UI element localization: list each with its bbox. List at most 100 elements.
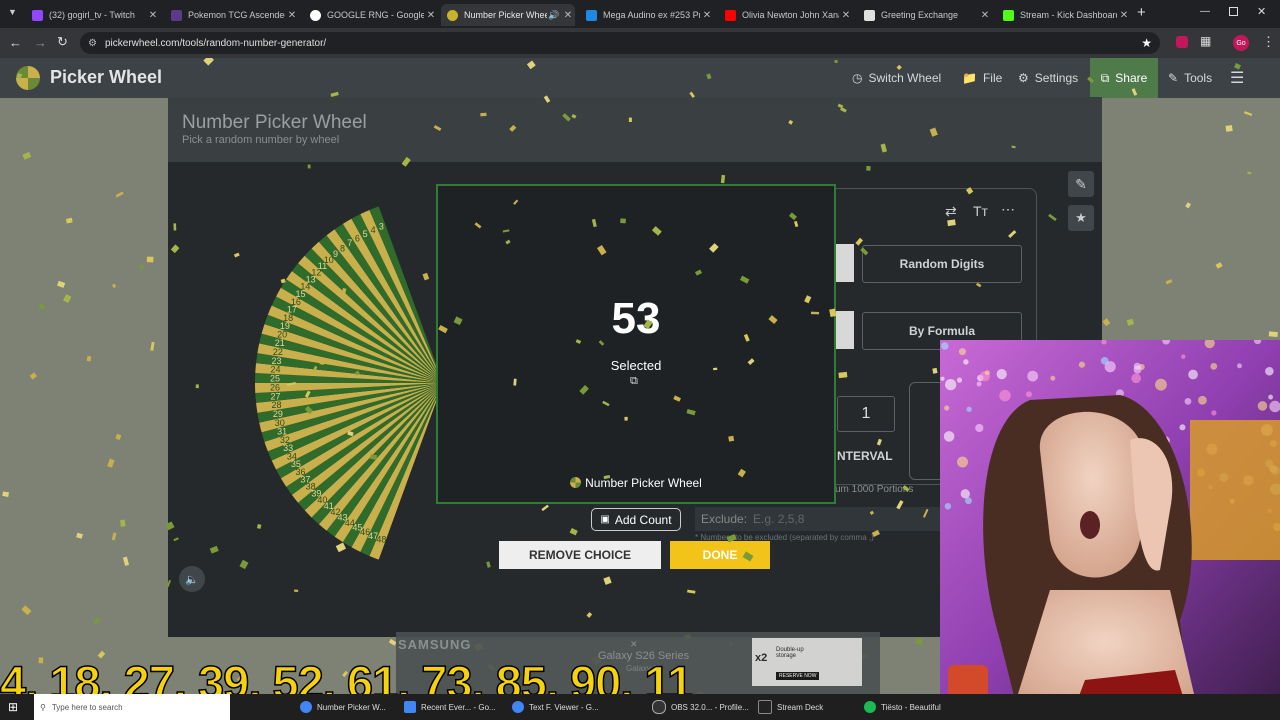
close-tab-icon[interactable]: ✕ — [285, 10, 299, 21]
bokeh-light — [945, 378, 957, 391]
speaker-icon[interactable]: 🔊 — [547, 10, 561, 21]
promo-badge: x2 — [755, 652, 768, 664]
browser-tab-bar: ▼ (32) gogirl_tv - Twitch ✕ Pokemon TCG … — [0, 0, 1280, 28]
tab-mega-audino[interactable]: Mega Audino ex #253 Pri ✕ — [580, 4, 714, 26]
close-tab-icon[interactable]: ✕ — [839, 10, 853, 21]
taskbar-item[interactable]: Tiësto - Beautiful — [864, 694, 944, 720]
taskbar-item[interactable]: Recent Ever... - Go... — [404, 694, 500, 720]
bokeh-light — [976, 381, 982, 387]
browser-menu-icon[interactable]: ⋮ — [1262, 34, 1275, 50]
taskbar-item[interactable]: Number Picker W... — [300, 694, 390, 720]
close-tab-icon[interactable]: ✕ — [700, 10, 714, 21]
confetti-piece — [569, 528, 578, 536]
confetti-piece — [239, 559, 249, 570]
confetti-piece — [643, 319, 653, 330]
tab-google[interactable]: GOOGLE RNG - Google S ✕ — [304, 4, 438, 26]
confetti-piece — [896, 64, 902, 70]
confetti-piece — [947, 219, 956, 227]
confetti-piece — [502, 229, 510, 233]
bokeh-light — [1050, 375, 1056, 381]
reload-icon[interactable]: ↻ — [57, 34, 68, 50]
taskbar-item[interactable]: OBS 32.0... - Profile... — [652, 694, 752, 720]
confetti-piece — [294, 589, 299, 592]
confetti-piece — [146, 256, 154, 263]
bokeh-light — [975, 423, 984, 433]
close-tab-icon[interactable]: ✕ — [1117, 10, 1131, 21]
tab-youtube[interactable]: Olivia Newton John Xana ✕ — [719, 4, 853, 26]
tab-greeting-exchange[interactable]: Greeting Exchange ✕ — [858, 4, 992, 26]
confetti-piece — [598, 340, 605, 346]
restore-icon[interactable] — [1229, 7, 1238, 16]
extension-icon[interactable] — [1176, 36, 1188, 48]
chrome-icon — [300, 701, 312, 713]
close-tab-icon[interactable]: ✕ — [978, 10, 992, 21]
confetti-piece — [433, 125, 442, 132]
confetti-piece — [880, 143, 887, 153]
obs-icon — [652, 700, 666, 714]
confetti-piece — [138, 264, 145, 270]
tab-list-chevron-icon[interactable]: ▼ — [8, 7, 17, 17]
close-tab-icon[interactable]: ✕ — [424, 10, 438, 21]
docs-icon — [404, 701, 416, 713]
search-icon: ⚲ — [40, 702, 46, 712]
bokeh-light — [1184, 397, 1192, 405]
windows-taskbar: ⊞ ⚲ Type here to search Number Picker W.… — [0, 694, 1280, 720]
bokeh-light — [1181, 354, 1186, 359]
bokeh-light — [944, 503, 952, 510]
confetti-piece — [686, 408, 696, 416]
promo-button[interactable]: RESERVE NOW — [776, 672, 820, 680]
bookmark-star-icon[interactable]: ★ — [1141, 36, 1152, 50]
tab-kick-dashboard[interactable]: Stream - Kick Dashboard ✕ — [997, 4, 1131, 26]
confetti-piece — [513, 378, 517, 386]
confetti-piece — [438, 324, 448, 334]
confetti-piece — [562, 113, 571, 122]
confetti-piece — [689, 91, 695, 98]
start-button[interactable]: ⊞ — [8, 694, 18, 720]
confetti-piece — [16, 72, 23, 80]
bokeh-light — [999, 389, 1011, 402]
confetti-piece — [453, 316, 463, 326]
bokeh-light — [940, 376, 945, 381]
new-tab-button[interactable]: + — [1137, 4, 1146, 21]
close-window-icon[interactable]: ✕ — [1257, 5, 1266, 18]
url-field[interactable]: ⚙ pickerwheel.com/tools/random-number-ge… — [80, 32, 1160, 54]
confetti-piece — [624, 416, 628, 421]
confetti-piece — [330, 91, 339, 97]
confetti-piece — [902, 485, 910, 492]
confetti-piece — [474, 222, 482, 229]
close-tab-icon[interactable]: ✕ — [146, 10, 160, 21]
confetti-piece — [115, 433, 122, 441]
taskbar-item[interactable]: Text F. Viewer - G... — [512, 694, 608, 720]
confetti-piece — [571, 113, 577, 119]
confetti-piece — [860, 247, 869, 256]
puzzle-icon[interactable]: ▦ — [1200, 34, 1211, 48]
tab-pokemon[interactable]: Pokemon TCG Ascended ✕ — [165, 4, 299, 26]
minimize-icon[interactable]: — — [1200, 6, 1210, 17]
confetti-piece — [922, 508, 929, 518]
tab-number-picker-wheel[interactable]: Number Picker Wheel 🔊 ✕ — [441, 4, 575, 26]
tab-twitch[interactable]: (32) gogirl_tv - Twitch ✕ — [26, 4, 160, 26]
ad-promo: x2 Double-up storage RESERVE NOW — [752, 638, 862, 686]
address-bar-row: ← → ↻ ⚙ pickerwheel.com/tools/random-num… — [0, 28, 1280, 58]
site-info-icon[interactable]: ⚙ — [88, 38, 97, 49]
close-tab-icon[interactable]: ✕ — [561, 10, 575, 21]
confetti-piece — [304, 390, 311, 398]
confetti-piece — [788, 212, 797, 221]
taskbar-search-field[interactable]: ⚲ Type here to search — [34, 694, 230, 720]
bokeh-light — [963, 359, 969, 365]
confetti-piece — [195, 384, 199, 389]
ad-close-icon[interactable]: ✕ — [630, 639, 638, 650]
confetti-piece — [505, 239, 511, 245]
forward-icon[interactable]: → — [34, 35, 47, 50]
bokeh-light — [960, 489, 970, 499]
back-icon[interactable]: ← — [9, 35, 22, 50]
confetti-piece — [768, 315, 778, 324]
confetti-piece — [280, 278, 286, 284]
confetti-piece — [976, 282, 982, 288]
confetti-piece — [354, 370, 360, 376]
confetti-piece — [256, 523, 262, 529]
taskbar-item[interactable]: Stream Deck — [758, 694, 848, 720]
confetti-piece — [804, 295, 812, 304]
profile-avatar[interactable]: Go — [1233, 35, 1249, 51]
confetti-piece — [747, 358, 755, 366]
